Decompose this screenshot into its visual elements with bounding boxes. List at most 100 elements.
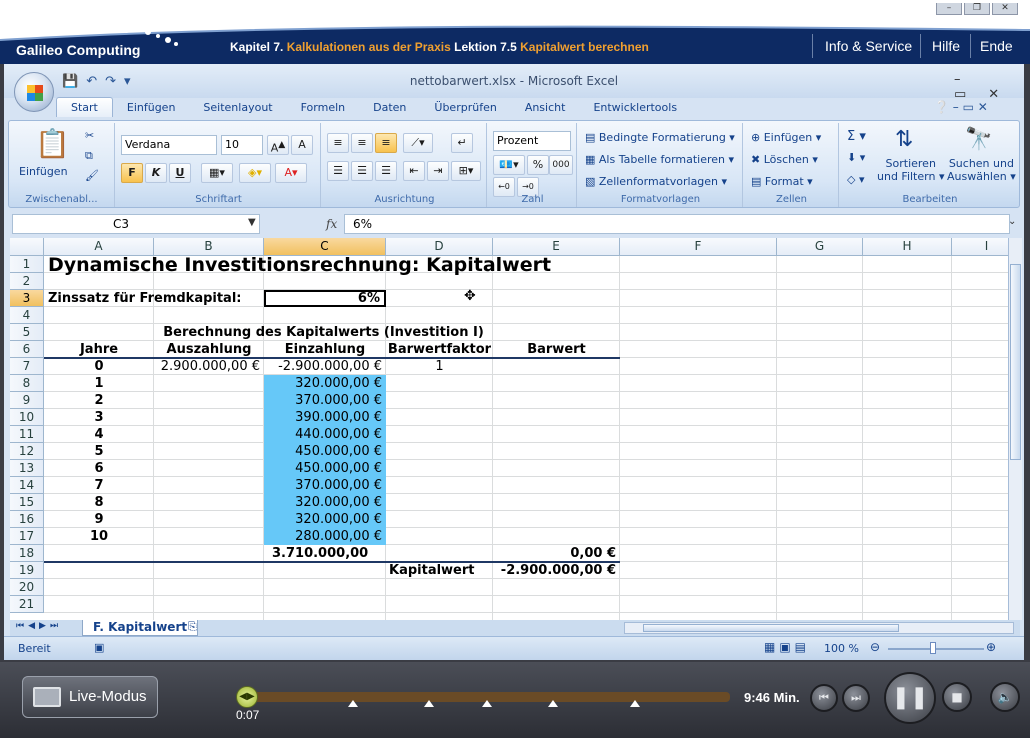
row-header[interactable]: 6 [10, 341, 44, 358]
sheet-title-cell[interactable]: Dynamische Investitionsrechnung: Kapital… [44, 256, 777, 276]
row-header-selected[interactable]: 3 [10, 290, 44, 307]
table-header-cell[interactable]: Barwert [493, 341, 620, 358]
zoom-slider-thumb[interactable] [930, 642, 936, 654]
kapitalwert-label-cell[interactable]: Kapitalwert [386, 562, 493, 579]
orientation-icon[interactable]: ⟋▾ [403, 133, 433, 153]
row-header[interactable]: 4 [10, 307, 44, 324]
align-left-icon[interactable]: ☰ [327, 161, 349, 181]
row-header[interactable]: 1 [10, 256, 44, 273]
increase-indent-icon[interactable]: ⇥ [427, 161, 449, 181]
bold-button[interactable]: F [121, 163, 143, 183]
einzahlung-cell[interactable]: 450.000,00 € [264, 443, 386, 460]
fill-icon[interactable]: ⬇ ▾ [847, 151, 865, 164]
font-name-select[interactable]: Verdana [121, 135, 217, 155]
sheet-tab-active[interactable]: F. Kapitalwert [82, 620, 199, 636]
align-center-icon[interactable]: ☰ [351, 161, 373, 181]
decrease-indent-icon[interactable]: ⇤ [403, 161, 425, 181]
select-all-corner[interactable] [10, 238, 44, 256]
row-header[interactable]: 5 [10, 324, 44, 341]
paste-button[interactable]: Einfügen [19, 165, 68, 178]
tab-view[interactable]: Ansicht [511, 98, 580, 117]
row-header[interactable]: 21 [10, 596, 44, 613]
insert-function-icon[interactable]: fx [326, 217, 337, 231]
delete-cells-button[interactable]: ✖ Löschen ▾ [751, 153, 818, 166]
help-link[interactable]: Hilfe [932, 38, 960, 54]
borders-icon[interactable]: ▦▾ [201, 163, 233, 183]
percent-style-button[interactable]: % [527, 155, 549, 175]
chapter-marker[interactable] [482, 700, 492, 707]
auszahlung-cell[interactable]: 2.900.000,00 € [154, 358, 264, 375]
name-box-dropdown-icon[interactable]: ▼ [248, 217, 256, 228]
column-header[interactable]: H [863, 238, 952, 256]
year-cell[interactable]: 6 [44, 460, 154, 477]
row-header[interactable]: 17 [10, 528, 44, 545]
format-as-table-button[interactable]: ▦ Als Tabelle formatieren ▾ [585, 153, 734, 166]
einzahlung-cell[interactable]: 320.000,00 € [264, 511, 386, 528]
view-buttons[interactable]: ▦▣▤ [764, 640, 810, 654]
vertical-scroll-thumb[interactable] [1010, 264, 1021, 460]
italic-button[interactable]: K [145, 163, 167, 183]
grow-font-icon[interactable]: A▲ [267, 135, 289, 155]
year-cell[interactable]: 1 [44, 375, 154, 392]
tab-start[interactable]: Start [56, 97, 113, 117]
info-service-link[interactable]: Info & Service [825, 38, 912, 54]
align-bottom-icon[interactable]: ≡ [375, 133, 397, 153]
year-cell[interactable]: 5 [44, 443, 154, 460]
tab-insert[interactable]: Einfügen [113, 98, 190, 117]
shrink-font-icon[interactable]: A [291, 135, 313, 155]
number-format-select[interactable]: Prozent [493, 131, 571, 151]
sum-barwert-cell[interactable]: 0,00 € [493, 545, 620, 562]
formula-input[interactable]: 6% [344, 214, 1010, 234]
expand-formula-bar-icon[interactable]: ⌄ [1008, 216, 1016, 227]
row-header[interactable]: 14 [10, 477, 44, 494]
find-select-icon[interactable]: 🔭 [965, 127, 992, 152]
row-header[interactable]: 8 [10, 375, 44, 392]
row-header[interactable]: 16 [10, 511, 44, 528]
table-header-cell[interactable]: Einzahlung [264, 341, 386, 358]
row-header[interactable]: 10 [10, 409, 44, 426]
thousands-separator-button[interactable]: 000 [549, 155, 573, 175]
restore-icon[interactable]: ❐ [964, 3, 990, 15]
einzahlung-cell[interactable]: 440.000,00 € [264, 426, 386, 443]
column-header[interactable]: I [952, 238, 1010, 256]
row-header[interactable]: 13 [10, 460, 44, 477]
row-header[interactable]: 18 [10, 545, 44, 562]
autosum-icon[interactable]: Σ ▾ [847, 129, 866, 144]
einzahlung-cell[interactable]: 370.000,00 € [264, 477, 386, 494]
close-icon[interactable]: ✕ [988, 87, 999, 102]
row-header[interactable]: 15 [10, 494, 44, 511]
table-header-cell[interactable]: Auszahlung [154, 341, 264, 358]
einzahlung-cell[interactable]: -2.900.000,00 € [264, 358, 386, 375]
horizontal-scroll-thumb[interactable] [643, 624, 899, 632]
worksheet-grid[interactable]: A B C D E F G H I 1 2 3 4 5 6 7 8 9 10 11 12 13 14 15 1… [10, 238, 1010, 620]
format-painter-icon[interactable]: 🖌 [85, 169, 99, 182]
next-icon[interactable]: ⏭ [842, 684, 870, 712]
paste-icon[interactable]: 📋 [35, 127, 70, 160]
sort-filter-button[interactable]: Sortieren und Filtern ▾ [877, 157, 944, 183]
insert-cells-button[interactable]: ⊕ Einfügen ▾ [751, 131, 821, 144]
year-cell[interactable]: 9 [44, 511, 154, 528]
chapter-marker[interactable] [630, 700, 640, 707]
row-header[interactable]: 11 [10, 426, 44, 443]
align-right-icon[interactable]: ☰ [375, 161, 397, 181]
year-cell[interactable]: 4 [44, 426, 154, 443]
progress-knob[interactable]: ◀▶ [236, 686, 258, 708]
year-cell[interactable]: 0 [44, 358, 154, 375]
format-cells-button[interactable]: ▤ Format ▾ [751, 175, 813, 188]
previous-icon[interactable]: ⏮ [810, 684, 838, 712]
find-select-button[interactable]: Suchen und Auswählen ▾ [947, 157, 1016, 183]
minimize-icon[interactable]: – [936, 3, 962, 15]
year-cell[interactable]: 10 [44, 528, 154, 545]
zoom-out-icon[interactable]: ⊖ [870, 640, 880, 654]
sort-filter-icon[interactable]: ⇅ [895, 127, 913, 152]
row-header[interactable]: 20 [10, 579, 44, 596]
row-header[interactable]: 2 [10, 273, 44, 290]
merge-center-icon[interactable]: ⊞▾ [451, 161, 481, 181]
row-header[interactable]: 12 [10, 443, 44, 460]
cut-icon[interactable]: ✂ [85, 129, 94, 142]
horizontal-scrollbar[interactable] [624, 622, 1014, 634]
year-cell[interactable]: 8 [44, 494, 154, 511]
column-header[interactable]: F [620, 238, 777, 256]
fill-color-icon[interactable]: ◈▾ [239, 163, 271, 183]
column-header[interactable]: G [777, 238, 863, 256]
